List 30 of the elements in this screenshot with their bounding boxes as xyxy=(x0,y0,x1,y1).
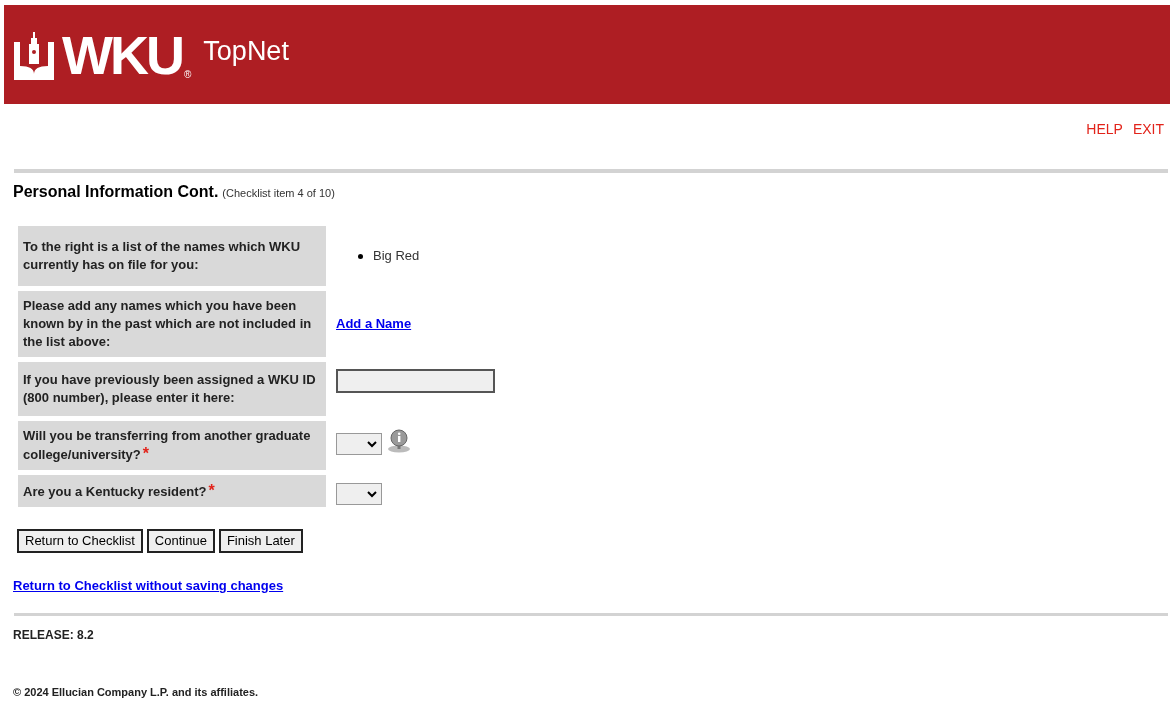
chevron-down-icon xyxy=(367,440,377,448)
select-dropdown[interactable] xyxy=(336,483,382,505)
registered-mark: ® xyxy=(183,69,192,80)
copyright-text: © 2024 Ellucian Company L.P. and its affiliates. xyxy=(13,685,260,700)
tower-logo-icon xyxy=(14,29,54,80)
nav-link[interactable]: HELP xyxy=(1086,120,1123,138)
field-label: Will you be transferring from another graduate college/university?* xyxy=(18,421,326,470)
form-button[interactable]: Finish Later xyxy=(218,529,303,553)
logo-wordmark: WKU xyxy=(62,27,182,82)
field-label: To the right is a list of the names which WKU currently has on file for you: xyxy=(18,226,326,286)
chevron-down-icon xyxy=(367,490,377,498)
info-icon[interactable] xyxy=(386,429,412,453)
field-label: Are you a Kentucky resident?* xyxy=(18,475,326,507)
required-asterisk: * xyxy=(142,445,149,462)
name-item: Big Red xyxy=(373,247,420,266)
required-asterisk: * xyxy=(208,481,215,499)
page-title: Personal Information Cont. xyxy=(13,182,219,202)
release-text: RELEASE: 8.2 xyxy=(13,627,95,644)
checklist-note: (Checklist item 4 of 10) xyxy=(222,186,335,201)
product-name: TopNet xyxy=(203,35,289,69)
nav-link[interactable]: EXIT xyxy=(1132,120,1164,138)
form-button[interactable]: Return to Checklist xyxy=(17,529,143,553)
add-name-link[interactable]: Add a Name xyxy=(336,314,412,334)
field-label: If you have previously been assigned a WKU ID (800 number), please enter it here: xyxy=(18,362,326,416)
field-label: Please add any names which you have been known by in the past which are not included in the list above: xyxy=(18,291,326,357)
select-dropdown[interactable] xyxy=(336,433,382,455)
return-link[interactable]: Return to Checklist without saving changes xyxy=(13,578,284,593)
form-button[interactable]: Continue xyxy=(146,529,215,553)
id-input-field[interactable] xyxy=(336,369,495,393)
bullet-icon xyxy=(358,253,363,259)
